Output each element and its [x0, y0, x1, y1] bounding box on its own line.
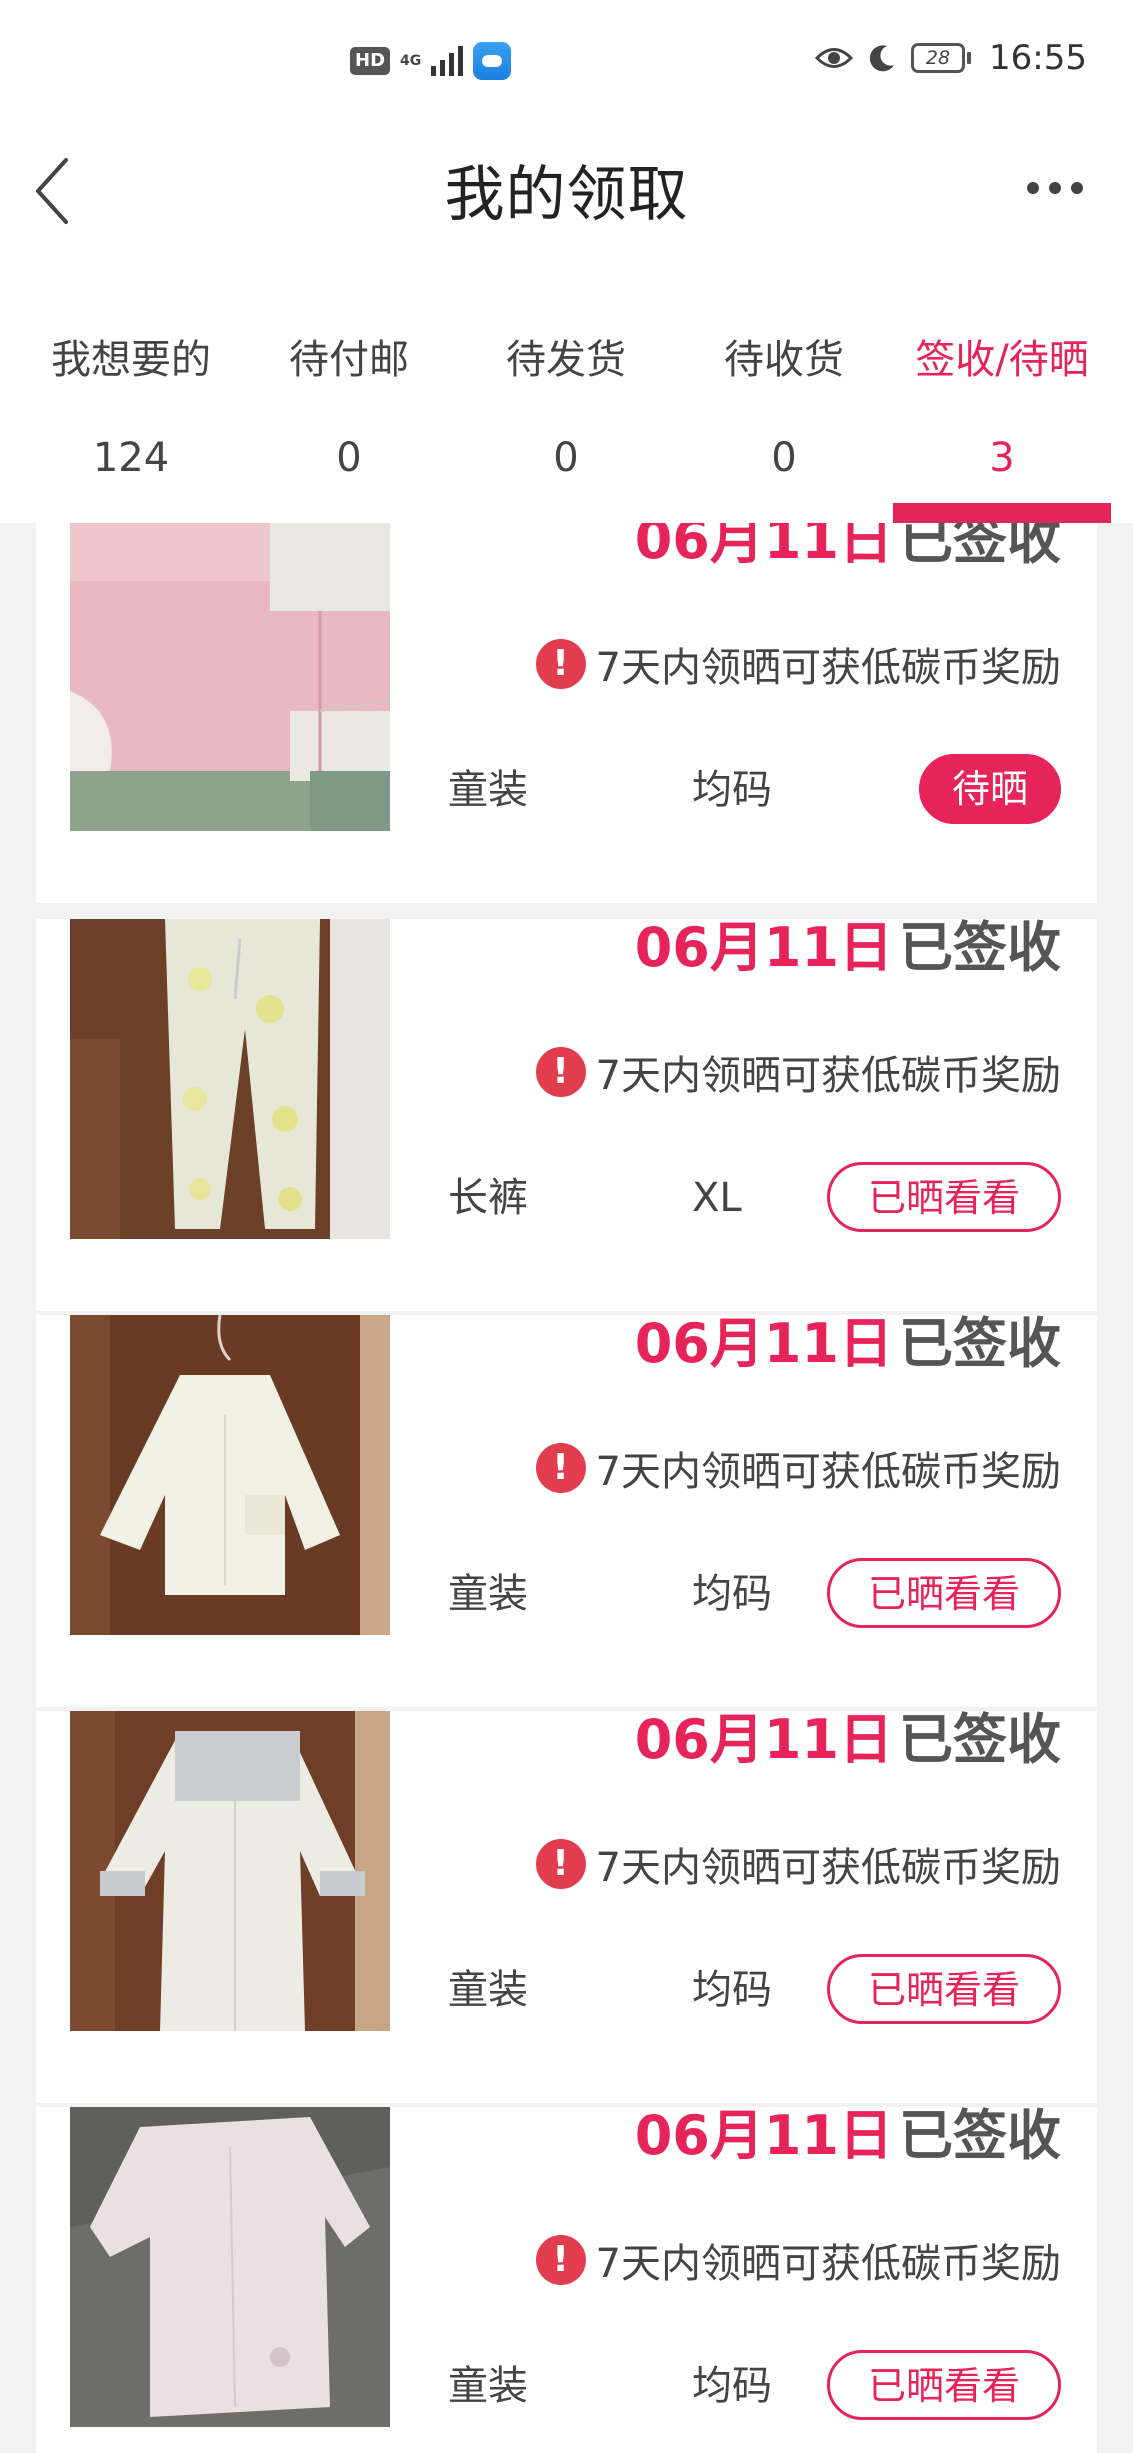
signed-status: 已签收: [899, 1312, 1061, 1375]
item-photo-white-top[interactable]: [70, 1315, 390, 1635]
view-share-button[interactable]: 已晒看看: [827, 1558, 1061, 1628]
tab-label: 我想要的: [51, 337, 211, 383]
signed-status: 已签收: [899, 916, 1061, 979]
page-title: 我的领取: [444, 160, 689, 230]
item-category: 童装: [448, 767, 528, 813]
item-category: 童装: [448, 1571, 528, 1617]
list-item[interactable]: 06月11日 已签收 ! 7天内领晒可获低碳币奖励 童装 均码 已晒看看: [36, 1708, 1097, 2103]
share-pending-button[interactable]: 待晒: [919, 754, 1061, 824]
reward-notice: ! 7天内领晒可获低碳币奖励: [535, 635, 1061, 693]
view-share-button[interactable]: 已晒看看: [827, 1954, 1061, 2024]
item-photo-light-pink-top[interactable]: [70, 2107, 390, 2427]
exclamation-icon: !: [535, 639, 586, 689]
item-size: 均码: [692, 1967, 772, 2013]
exclamation-icon: !: [535, 1443, 586, 1493]
battery-level: 28: [911, 43, 966, 73]
signed-status: 已签收: [899, 1708, 1061, 1771]
signed-date-status: 06月11日 已签收: [635, 913, 1061, 983]
list-item[interactable]: 06月11日 已签收 ! 7天内领晒可获低碳币奖励 长裤 XL 已晒看看: [36, 916, 1097, 1311]
reward-notice: ! 7天内领晒可获低碳币奖励: [535, 2231, 1061, 2289]
battery-icon: 28: [911, 43, 972, 73]
reward-notice-text: 7天内领晒可获低碳币奖励: [595, 1449, 1061, 1495]
network-type-label: 4G: [400, 53, 422, 69]
tab-count: 0: [336, 435, 362, 481]
view-share-button[interactable]: 已晒看看: [827, 2350, 1061, 2420]
tab-pending-shipment[interactable]: 待发货 0: [466, 270, 666, 523]
item-photo-pants[interactable]: [70, 919, 390, 1239]
signed-status: 已签收: [899, 523, 1061, 571]
item-list: 06月11日 已签收 ! 7天内领晒可获低碳币奖励 童装 均码 待晒 06月11日…: [36, 523, 1097, 2453]
tab-label: 待收货: [724, 337, 844, 383]
reward-notice: ! 7天内领晒可获低碳币奖励: [535, 1439, 1061, 1497]
signed-date: 06月11日: [634, 916, 893, 979]
reward-notice: ! 7天内领晒可获低碳币奖励: [535, 1835, 1061, 1893]
signed-date-status: 06月11日 已签收: [635, 1309, 1061, 1379]
view-share-button[interactable]: 已晒看看: [827, 1162, 1061, 1232]
signed-date: 06月11日: [634, 1312, 893, 1375]
tab-pending-postage[interactable]: 待付邮 0: [249, 270, 449, 523]
tab-label: 待付邮: [289, 337, 409, 383]
more-dots-icon[interactable]: [1027, 182, 1083, 194]
item-photo-pink-shirt[interactable]: [70, 523, 390, 831]
item-category: 童装: [448, 2363, 528, 2409]
item-photo-romper[interactable]: [70, 1711, 390, 2031]
moon-icon: [869, 45, 895, 72]
item-category: 童装: [448, 1967, 528, 2013]
hd-icon: HD: [350, 47, 391, 75]
exclamation-icon: !: [535, 1839, 586, 1889]
list-item[interactable]: 06月11日 已签收 ! 7天内领晒可获低碳币奖励 童装 均码 已晒看看: [36, 1312, 1097, 1707]
tab-signed-to-share[interactable]: 签收/待晒 3: [902, 270, 1102, 523]
item-size: XL: [692, 1175, 742, 1221]
signed-date: 06月11日: [634, 2104, 893, 2167]
clock: 16:55: [989, 38, 1087, 78]
tab-label: 待发货: [506, 337, 626, 383]
item-category: 长裤: [448, 1175, 528, 1221]
signed-status: 已签收: [899, 2104, 1061, 2167]
signed-date: 06月11日: [634, 1708, 893, 1771]
reward-notice: ! 7天内领晒可获低碳币奖励: [535, 1043, 1061, 1101]
tab-count: 3: [989, 435, 1015, 481]
tab-pending-receipt[interactable]: 待收货 0: [684, 270, 884, 523]
status-bar-system: 28 16:55: [815, 38, 1087, 78]
reward-notice-text: 7天内领晒可获低碳币奖励: [595, 645, 1061, 691]
tab-count: 124: [92, 435, 170, 481]
tab-count: 0: [771, 435, 797, 481]
list-item[interactable]: 06月11日 已签收 ! 7天内领晒可获低碳币奖励 童装 均码 待晒: [36, 523, 1097, 903]
exclamation-icon: !: [535, 1047, 586, 1097]
title-bar: 我的领取: [0, 120, 1133, 270]
signed-date: 06月11日: [634, 523, 893, 571]
exclamation-icon: !: [535, 2235, 586, 2285]
signed-date-status: 06月11日 已签收: [635, 1705, 1061, 1775]
tab-count: 0: [553, 435, 579, 481]
reward-notice-text: 7天内领晒可获低碳币奖励: [595, 1053, 1061, 1099]
eye-comfort-icon: [815, 48, 854, 68]
status-bar-indicators: HD 4G: [350, 42, 512, 80]
weather-app-icon: [473, 42, 512, 80]
active-tab-indicator: [893, 503, 1111, 523]
reward-notice-text: 7天内领晒可获低碳币奖励: [595, 1845, 1061, 1891]
tab-wanted[interactable]: 我想要的 124: [31, 270, 231, 523]
signed-date-status: 06月11日 已签收: [635, 523, 1061, 575]
signed-date-status: 06月11日 已签收: [635, 2101, 1061, 2171]
item-size: 均码: [692, 1571, 772, 1617]
reward-notice-text: 7天内领晒可获低碳币奖励: [595, 2241, 1061, 2287]
item-size: 均码: [692, 767, 772, 813]
status-bar: HD 4G 28 16:55: [0, 0, 1133, 120]
item-size: 均码: [692, 2363, 772, 2409]
signal-icon: [431, 46, 464, 76]
tab-bar: 我想要的 124 待付邮 0 待发货 0 待收货 0 签收/待晒 3: [0, 270, 1133, 523]
list-item[interactable]: 06月11日 已签收 ! 7天内领晒可获低碳币奖励 童装 均码 已晒看看: [36, 2104, 1097, 2453]
tab-label: 签收/待晒: [915, 337, 1089, 383]
